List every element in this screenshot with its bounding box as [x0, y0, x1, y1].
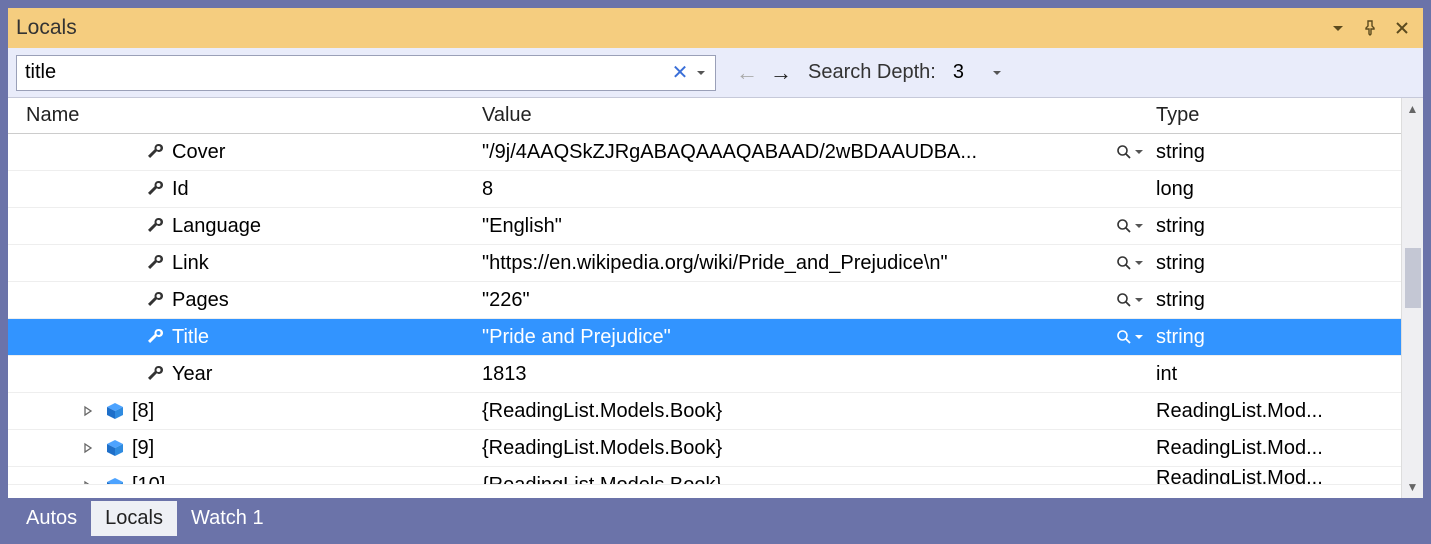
- table-row[interactable]: [10] {ReadingList.Models.Book}ReadingList…: [8, 467, 1401, 485]
- tab-autos[interactable]: Autos: [12, 501, 91, 536]
- vertical-scrollbar[interactable]: ▲ ▼: [1401, 98, 1423, 498]
- object-icon: [104, 475, 126, 486]
- variable-name: Id: [172, 178, 189, 201]
- col-name[interactable]: Name: [20, 104, 476, 127]
- variable-name: [8]: [132, 400, 154, 423]
- variable-type: long: [1150, 178, 1401, 201]
- table-row[interactable]: Link "https://en.wikipedia.org/wiki/Pride…: [8, 245, 1401, 282]
- variable-value: 1813: [482, 363, 1150, 386]
- variable-type: string: [1150, 326, 1401, 349]
- table-row[interactable]: Cover "/9j/4AAQSkZJRgABAQAAAQABAAD/2wBDAA…: [8, 134, 1401, 171]
- wrench-icon: [144, 141, 166, 163]
- wrench-icon: [144, 252, 166, 274]
- wrench-icon: [144, 289, 166, 311]
- variable-value: "226": [482, 289, 1112, 312]
- magnifier-icon[interactable]: [1116, 144, 1132, 160]
- magnifier-icon[interactable]: [1116, 292, 1132, 308]
- magnifier-icon[interactable]: [1116, 255, 1132, 271]
- variables-grid: Name Value Type Cover "/9j/4AAQSkZJRgABAQ…: [8, 98, 1401, 498]
- object-icon: [104, 400, 126, 422]
- wrench-icon: [144, 326, 166, 348]
- grid-header: Name Value Type: [8, 98, 1401, 134]
- visualizer-dropdown-icon[interactable]: [1134, 221, 1144, 231]
- table-row[interactable]: [8] {ReadingList.Models.Book}ReadingList.…: [8, 393, 1401, 430]
- expand-icon[interactable]: [82, 405, 98, 417]
- variable-value: 8: [482, 178, 1150, 201]
- variable-name: [10]: [132, 474, 165, 485]
- col-type[interactable]: Type: [1150, 104, 1401, 127]
- table-row[interactable]: Pages "226" string: [8, 282, 1401, 319]
- tab-watch-1[interactable]: Watch 1: [177, 501, 278, 536]
- search-next-icon[interactable]: →: [770, 60, 792, 86]
- grid-wrap: Name Value Type Cover "/9j/4AAQSkZJRgABAQ…: [8, 98, 1423, 498]
- variable-name: Pages: [172, 289, 229, 312]
- clear-search-icon[interactable]: ✕: [665, 60, 695, 85]
- variable-name: Language: [172, 215, 261, 238]
- variable-value: {ReadingList.Models.Book}: [482, 400, 1150, 423]
- wrench-icon: [144, 363, 166, 385]
- variable-value: "Pride and Prejudice": [482, 326, 1112, 349]
- table-row[interactable]: Language "English" string: [8, 208, 1401, 245]
- locals-window: Locals ✕ ← → Search Depth: 3: [8, 8, 1423, 536]
- search-prev-icon[interactable]: ←: [736, 60, 758, 86]
- variable-name: Year: [172, 363, 212, 386]
- search-depth-select[interactable]: 3: [946, 58, 1010, 87]
- search-depth-label: Search Depth:: [808, 61, 936, 84]
- pin-icon[interactable]: [1357, 15, 1383, 41]
- close-icon[interactable]: [1389, 15, 1415, 41]
- titlebar: Locals: [8, 8, 1423, 48]
- search-nav: ← →: [736, 60, 792, 86]
- bottom-tab-strip: AutosLocalsWatch 1: [8, 498, 1423, 536]
- variable-type: ReadingList.Mod...: [1150, 437, 1401, 460]
- variable-type: int: [1150, 363, 1401, 386]
- variable-value: "https://en.wikipedia.org/wiki/Pride_and…: [482, 252, 1112, 275]
- scroll-down-icon[interactable]: ▼: [1402, 476, 1423, 498]
- table-row[interactable]: Year 1813int: [8, 356, 1401, 393]
- variable-name: Cover: [172, 141, 225, 164]
- col-value[interactable]: Value: [476, 104, 1150, 127]
- table-row[interactable]: Id 8long: [8, 171, 1401, 208]
- search-dropdown-icon[interactable]: [695, 67, 715, 79]
- search-depth-value: 3: [953, 61, 981, 84]
- expand-icon[interactable]: [82, 442, 98, 454]
- tab-locals[interactable]: Locals: [91, 501, 177, 536]
- magnifier-icon[interactable]: [1116, 329, 1132, 345]
- visualizer-dropdown-icon[interactable]: [1134, 258, 1144, 268]
- visualizer-dropdown-icon[interactable]: [1134, 295, 1144, 305]
- visualizer-dropdown-icon[interactable]: [1134, 332, 1144, 342]
- grid-rows: Cover "/9j/4AAQSkZJRgABAQAAAQABAAD/2wBDAA…: [8, 134, 1401, 498]
- variable-name: Link: [172, 252, 209, 275]
- table-row[interactable]: Title "Pride and Prejudice" string: [8, 319, 1401, 356]
- scroll-up-icon[interactable]: ▲: [1402, 98, 1423, 120]
- variable-type: string: [1150, 252, 1401, 275]
- variable-type: string: [1150, 215, 1401, 238]
- variable-type: string: [1150, 289, 1401, 312]
- variable-type: ReadingList.Mod...: [1150, 467, 1401, 485]
- wrench-icon: [144, 215, 166, 237]
- search-box: ✕: [16, 55, 716, 91]
- search-input[interactable]: [17, 56, 665, 90]
- variable-value: "English": [482, 215, 1112, 238]
- visualizer-dropdown-icon[interactable]: [1134, 147, 1144, 157]
- variable-value: {ReadingList.Models.Book}: [482, 474, 1150, 485]
- expand-icon[interactable]: [82, 480, 98, 486]
- wrench-icon: [144, 178, 166, 200]
- variable-type: ReadingList.Mod...: [1150, 400, 1401, 423]
- variable-value: "/9j/4AAQSkZJRgABAQAAAQABAAD/2wBDAAUDBA.…: [482, 141, 1112, 164]
- variable-name: [9]: [132, 437, 154, 460]
- magnifier-icon[interactable]: [1116, 218, 1132, 234]
- table-row[interactable]: [9] {ReadingList.Models.Book}ReadingList.…: [8, 430, 1401, 467]
- search-toolbar: ✕ ← → Search Depth: 3: [8, 48, 1423, 98]
- panel-title: Locals: [16, 16, 1319, 40]
- variable-value: {ReadingList.Models.Book}: [482, 437, 1150, 460]
- scroll-thumb[interactable]: [1405, 248, 1421, 308]
- variable-type: string: [1150, 141, 1401, 164]
- window-options-button[interactable]: [1325, 15, 1351, 41]
- variable-name: Title: [172, 326, 209, 349]
- chevron-down-icon: [991, 67, 1003, 79]
- object-icon: [104, 437, 126, 459]
